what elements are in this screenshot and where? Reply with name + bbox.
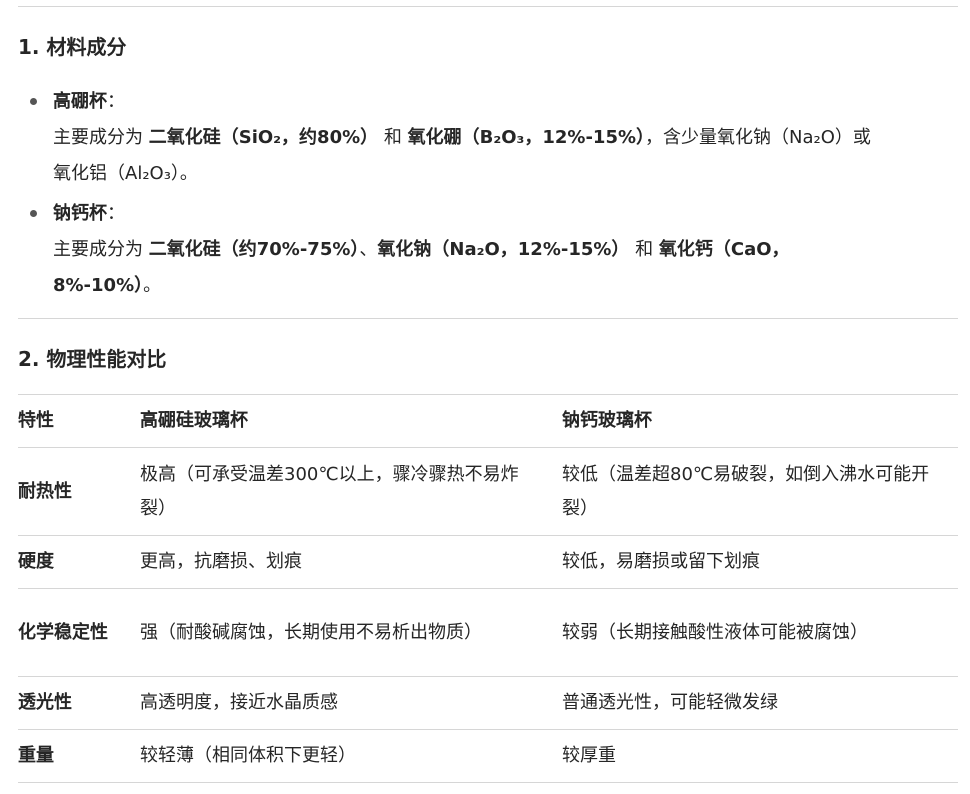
section-title-materials: 1. 材料成分 (18, 35, 127, 59)
table-row: 化学稳定性 强（耐酸碱腐蚀，长期使用不易析出物质） 较弱（长期接触酸性液体可能被… (18, 588, 958, 677)
cell-text: 较低（温差超80℃易破裂，如倒入沸水可能开裂） (562, 464, 930, 519)
table-cell: 较低（温差超80℃易破裂，如倒入沸水可能开裂） (562, 447, 958, 536)
table-cell: 较弱（长期接触酸性液体可能被腐蚀） (562, 588, 958, 677)
text: ，含少量氧化钠（Na₂O）或 (645, 127, 871, 148)
table-cell: 较低，易磨损或留下划痕 (562, 535, 958, 589)
item-term-line: 高硼杯： (53, 84, 958, 120)
table-cell-key: 耐热性 (18, 447, 140, 536)
table-cell: 更高，抗磨损、划痕 (140, 535, 562, 589)
item-desc-line-1: 主要成分为 二氧化硅（SiO₂，约80%） 和 氧化硼（B₂O₃，12%-15%… (53, 120, 958, 156)
section-title-comparison: 2. 物理性能对比 (18, 347, 167, 371)
table-cell-key: 透光性 (18, 676, 140, 730)
bold-text: 8%-10%） (53, 275, 144, 296)
table-header-cell: 特性 (18, 394, 140, 448)
item-term: 高硼杯 (53, 91, 107, 112)
table-row: 透光性 高透明度，接近水晶质感 普通透光性，可能轻微发绿 (18, 676, 958, 730)
table-cell: 强（耐酸碱腐蚀，长期使用不易析出物质） (140, 588, 562, 677)
text: 氧化铝（Al₂O₃）。 (53, 163, 198, 184)
table-cell: 较轻薄（相同体积下更轻） (140, 729, 562, 783)
item-colon: ： (107, 203, 125, 224)
comparison-table: 特性 高硼硅玻璃杯 钠钙玻璃杯 耐热性 极高（可承受温差300℃以上，骤冷骤热不… (18, 394, 958, 783)
table-cell-key: 硬度 (18, 535, 140, 589)
item-term: 钠钙杯 (53, 203, 107, 224)
text: 。 (143, 275, 162, 296)
cell-text: 极高（可承受温差300℃以上，骤冷骤热不易炸裂） (140, 464, 519, 519)
table-cell: 较厚重 (562, 729, 958, 783)
divider-top (18, 6, 958, 7)
divider-mid (18, 318, 958, 319)
text: 、 (359, 239, 378, 260)
table-cell: 普通透光性，可能轻微发绿 (562, 676, 958, 730)
table-row: 耐热性 极高（可承受温差300℃以上，骤冷骤热不易炸裂） 较低（温差超80℃易破… (18, 447, 958, 536)
materials-list: 高硼杯： 主要成分为 二氧化硅（SiO₂，约80%） 和 氧化硼（B₂O₃，12… (18, 84, 958, 304)
bold-text: 氧化钙（CaO， (658, 239, 790, 260)
text: 和 (629, 239, 659, 260)
item-desc-line-2: 8%-10%）。 (53, 268, 958, 304)
table-row: 硬度 更高，抗磨损、划痕 较低，易磨损或留下划痕 (18, 535, 958, 589)
item-desc-line-1: 主要成分为 二氧化硅（约70%-75%）、氧化钠（Na₂O，12%-15%） 和… (53, 232, 958, 268)
table-header-row: 特性 高硼硅玻璃杯 钠钙玻璃杯 (18, 394, 958, 448)
table-cell: 高透明度，接近水晶质感 (140, 676, 562, 730)
bullet-icon (30, 98, 37, 105)
text: 主要成分为 (53, 127, 149, 148)
text: 主要成分为 (53, 239, 149, 260)
bold-text: 氧化硼（B₂O₃，12%-15%） (407, 127, 646, 148)
item-colon: ： (107, 91, 125, 112)
list-item-soda-lime: 钠钙杯： 主要成分为 二氧化硅（约70%-75%）、氧化钠（Na₂O，12%-1… (18, 196, 958, 304)
table-row: 重量 较轻薄（相同体积下更轻） 较厚重 (18, 729, 958, 783)
table-cell-key: 化学稳定性 (18, 588, 140, 677)
bold-text: 氧化钠（Na₂O，12%-15%） (377, 239, 630, 260)
bold-text: 二氧化硅（约70%-75%） (148, 239, 360, 260)
item-term-line: 钠钙杯： (53, 196, 958, 232)
cell-text: 化学稳定性 (18, 622, 108, 643)
table-header-cell: 高硼硅玻璃杯 (140, 394, 562, 448)
table-cell-key: 重量 (18, 729, 140, 783)
table-cell: 极高（可承受温差300℃以上，骤冷骤热不易炸裂） (140, 447, 562, 536)
list-item-borosilicate: 高硼杯： 主要成分为 二氧化硅（SiO₂，约80%） 和 氧化硼（B₂O₃，12… (18, 84, 958, 192)
text: 和 (378, 127, 408, 148)
table-header-cell: 钠钙玻璃杯 (562, 394, 958, 448)
bullet-icon (30, 210, 37, 217)
bold-text: 二氧化硅（SiO₂，约80%） (148, 127, 379, 148)
item-desc-line-2: 氧化铝（Al₂O₃）。 (53, 156, 958, 192)
